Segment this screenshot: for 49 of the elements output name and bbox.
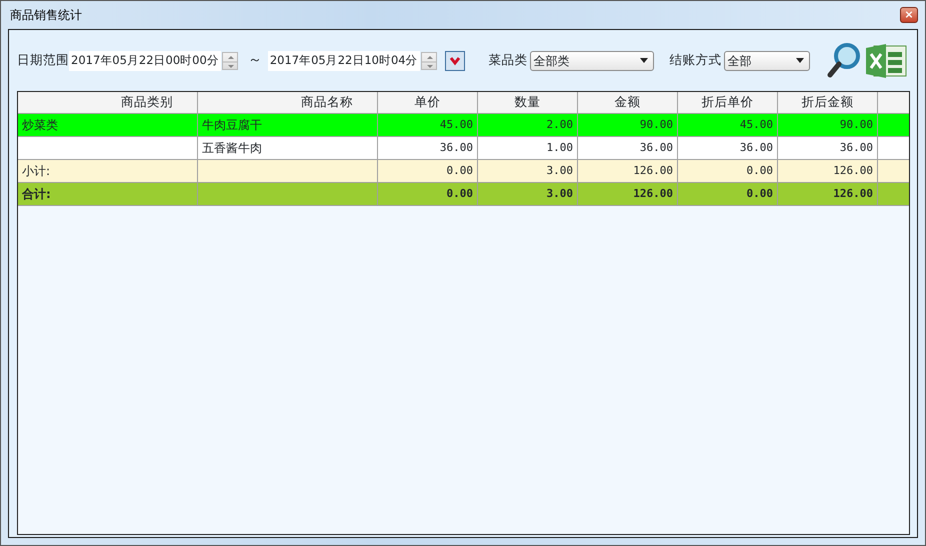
table-cell: 牛肉豆腐干	[198, 114, 378, 137]
payment-label: 结账方式	[670, 51, 722, 70]
category-label: 菜品类	[488, 51, 528, 70]
column-header[interactable]: 商品类别	[18, 92, 198, 114]
table-cell: 45.00	[378, 114, 478, 137]
spreadsheet-icon[interactable]	[864, 42, 908, 80]
table-cell: 2.00	[478, 114, 578, 137]
table-cell: 126.00	[778, 183, 878, 206]
table-cell: 合计:	[18, 183, 198, 206]
caret-icon	[640, 58, 648, 63]
chevron-down-icon	[448, 56, 461, 66]
table-cell: 126.00	[578, 160, 678, 183]
table-cell: 0.00	[678, 160, 778, 183]
table-cell: 1.00	[478, 137, 578, 160]
table-cell: 36.00	[778, 137, 878, 160]
column-header[interactable]: 数量	[478, 92, 578, 114]
column-header[interactable]: 单价	[378, 92, 478, 114]
table-cell: 3.00	[478, 183, 578, 206]
search-icon[interactable]	[826, 42, 862, 80]
table-cell: 五香酱牛肉	[198, 137, 378, 160]
table-cell: 0.00	[378, 183, 478, 206]
table-cell: 90.00	[778, 114, 878, 137]
table-cell: 36.00	[578, 137, 678, 160]
caret-icon	[796, 58, 804, 63]
column-header[interactable]: 折后金额	[778, 92, 878, 114]
window-title: 商品销售统计	[10, 7, 82, 24]
spin-buttons[interactable]	[222, 52, 238, 70]
date-range-label: 日期范围	[17, 51, 69, 70]
table-cell: 126.00	[778, 160, 878, 183]
column-header[interactable]: 折后单价	[678, 92, 778, 114]
table-cell: 45.00	[678, 114, 778, 137]
spin-buttons[interactable]	[420, 52, 437, 70]
table-cell: 炒菜类	[18, 114, 198, 137]
column-header[interactable]: 金额	[578, 92, 678, 114]
date-from-field[interactable]: 2017年05月22日00时00分	[69, 50, 221, 70]
table-cell: 36.00	[378, 137, 478, 160]
table-cell: 3.00	[478, 160, 578, 183]
payment-select[interactable]: 全部	[724, 50, 810, 70]
table-cell: 36.00	[678, 137, 778, 160]
tilde-separator: ～	[248, 51, 262, 70]
table-cell: 0.00	[678, 183, 778, 206]
date-to-field[interactable]: 2017年05月22日10时04分	[268, 50, 420, 70]
table-cell: 小计:	[18, 160, 198, 183]
table-cell: 90.00	[578, 114, 678, 137]
column-header[interactable]: 商品名称	[198, 92, 378, 114]
dropdown-button[interactable]	[444, 50, 465, 70]
table-cell: 126.00	[578, 183, 678, 206]
category-select[interactable]: 全部类	[530, 50, 654, 70]
table-cell: 0.00	[378, 160, 478, 183]
